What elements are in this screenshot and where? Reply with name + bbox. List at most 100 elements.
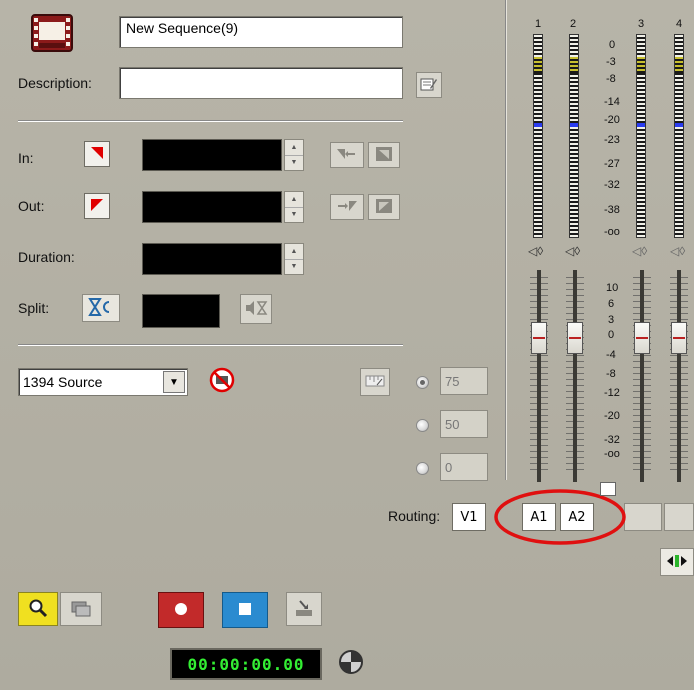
- description-label: Description:: [18, 75, 92, 91]
- percent-value-0: 0: [445, 459, 453, 475]
- meter-scale-4: -20: [604, 114, 620, 126]
- channel-number-3: 3: [638, 18, 645, 30]
- meter-scale-9: -oo: [604, 226, 620, 238]
- in-label: In:: [18, 150, 34, 166]
- fader-knob-2[interactable]: [567, 322, 583, 354]
- capture-settings-button[interactable]: [336, 648, 366, 678]
- fader-scale-9: -oo: [604, 448, 620, 460]
- percent-radio-50[interactable]: [416, 419, 429, 432]
- split-button[interactable]: [82, 294, 120, 322]
- record-button[interactable]: [158, 592, 204, 628]
- mark-out-icon: [90, 198, 104, 215]
- mark-in-button[interactable]: [84, 141, 110, 167]
- edit-notes-icon: [420, 76, 438, 95]
- fader-track-4: [677, 270, 681, 482]
- film-stack-icon: [70, 598, 92, 621]
- speaker-icon: ◁◊: [632, 244, 648, 258]
- stop-button[interactable]: [222, 592, 268, 628]
- split-label: Split:: [18, 300, 50, 316]
- disable-device-button[interactable]: [206, 366, 238, 396]
- percent-radio-0[interactable]: [416, 462, 429, 475]
- routing-a3-button[interactable]: [624, 503, 662, 531]
- mark-out-button[interactable]: [84, 193, 110, 219]
- level-meter-3: [636, 34, 646, 238]
- channel-number-4: 4: [676, 18, 683, 30]
- mixer-panel-divider: [506, 0, 507, 480]
- divider-top: [18, 121, 403, 122]
- clear-in-icon: [375, 146, 393, 165]
- batch-capture-button[interactable]: [60, 592, 102, 626]
- description-field[interactable]: [119, 67, 403, 99]
- ruler-button[interactable]: [360, 368, 390, 396]
- speaker-icon: ◁◊: [565, 244, 581, 258]
- fader-scale-0: 10: [606, 282, 619, 294]
- channel-number-1: 1: [535, 18, 542, 30]
- clear-out-button[interactable]: [368, 194, 400, 220]
- split-field[interactable]: [142, 294, 220, 328]
- percent-field-0[interactable]: 0: [440, 453, 488, 481]
- out-timecode-field[interactable]: [142, 191, 282, 223]
- fader-link-toggle[interactable]: [600, 482, 616, 496]
- duration-spinner[interactable]: ▲ ▼: [284, 243, 304, 275]
- source-select[interactable]: 1394 Source ▼: [18, 368, 188, 396]
- fader-scale-8: -32: [604, 434, 620, 446]
- meter-scale-0: 0: [609, 39, 616, 51]
- speaker-icon: ◁◊: [670, 244, 686, 258]
- fader-track-1: [537, 270, 541, 482]
- meter-scale-8: -38: [604, 204, 620, 216]
- fader-scale-1: 6: [608, 298, 615, 310]
- level-meter-1: [533, 34, 543, 238]
- preview-button[interactable]: [18, 592, 58, 626]
- fader-scale-7: -20: [604, 410, 620, 422]
- mark-in-icon: [90, 146, 104, 163]
- in-spinner[interactable]: ▲ ▼: [284, 139, 304, 171]
- fader-knob-3[interactable]: [634, 322, 650, 354]
- speaker-hourglass-icon: [244, 299, 268, 320]
- expand-horizontal-icon: [666, 553, 688, 572]
- level-meter-4: [674, 34, 684, 238]
- go-to-in-button[interactable]: [330, 142, 364, 168]
- channel-number-2: 2: [570, 18, 577, 30]
- fader-knob-1[interactable]: [531, 322, 547, 354]
- in-timecode-field[interactable]: [142, 139, 282, 171]
- sequence-name-field[interactable]: New Sequence(9): [119, 16, 403, 48]
- fader-knob-4[interactable]: [671, 322, 687, 354]
- percent-value-50: 50: [445, 416, 460, 432]
- percent-radio-75[interactable]: [416, 376, 429, 389]
- speaker-icon: ◁◊: [528, 244, 544, 258]
- meter-scale-2: -8: [606, 73, 616, 85]
- chevron-down-icon[interactable]: ▼: [163, 371, 185, 393]
- clear-out-icon: [375, 198, 393, 217]
- out-label: Out:: [18, 198, 45, 214]
- fader-scale-5: -8: [606, 368, 616, 380]
- capture-to-timeline-button[interactable]: [286, 592, 322, 626]
- duration-timecode-field[interactable]: [142, 243, 282, 275]
- magnifier-icon: [28, 598, 48, 621]
- routing-a4-button[interactable]: [664, 503, 694, 531]
- ruler-icon: [365, 374, 385, 391]
- insert-to-timeline-icon: [293, 598, 315, 621]
- fader-track-2: [573, 270, 577, 482]
- no-device-icon: [209, 367, 235, 396]
- clear-in-button[interactable]: [368, 142, 400, 168]
- fader-scale-2: 3: [608, 314, 615, 326]
- routing-v1-button[interactable]: V1: [452, 503, 486, 531]
- meter-scale-7: -32: [604, 179, 620, 191]
- expand-mixer-button[interactable]: [660, 548, 694, 576]
- source-select-value: 1394 Source: [23, 374, 103, 390]
- divider-middle: [18, 345, 403, 346]
- routing-v1-label: V1: [460, 509, 478, 525]
- out-spinner[interactable]: ▲ ▼: [284, 191, 304, 223]
- stop-icon: [237, 601, 253, 620]
- go-to-out-button[interactable]: [330, 194, 364, 220]
- edit-description-button[interactable]: [416, 72, 442, 98]
- level-meter-2: [569, 34, 579, 238]
- percent-field-75[interactable]: 75: [440, 367, 488, 395]
- fader-track-3: [640, 270, 644, 482]
- percent-field-50[interactable]: 50: [440, 410, 488, 438]
- split-audio-button[interactable]: [240, 294, 272, 324]
- record-icon: [173, 601, 189, 620]
- sequence-icon: [30, 13, 74, 53]
- go-to-out-icon: [335, 199, 359, 216]
- timecode-display: 00:00:00.00: [170, 648, 322, 680]
